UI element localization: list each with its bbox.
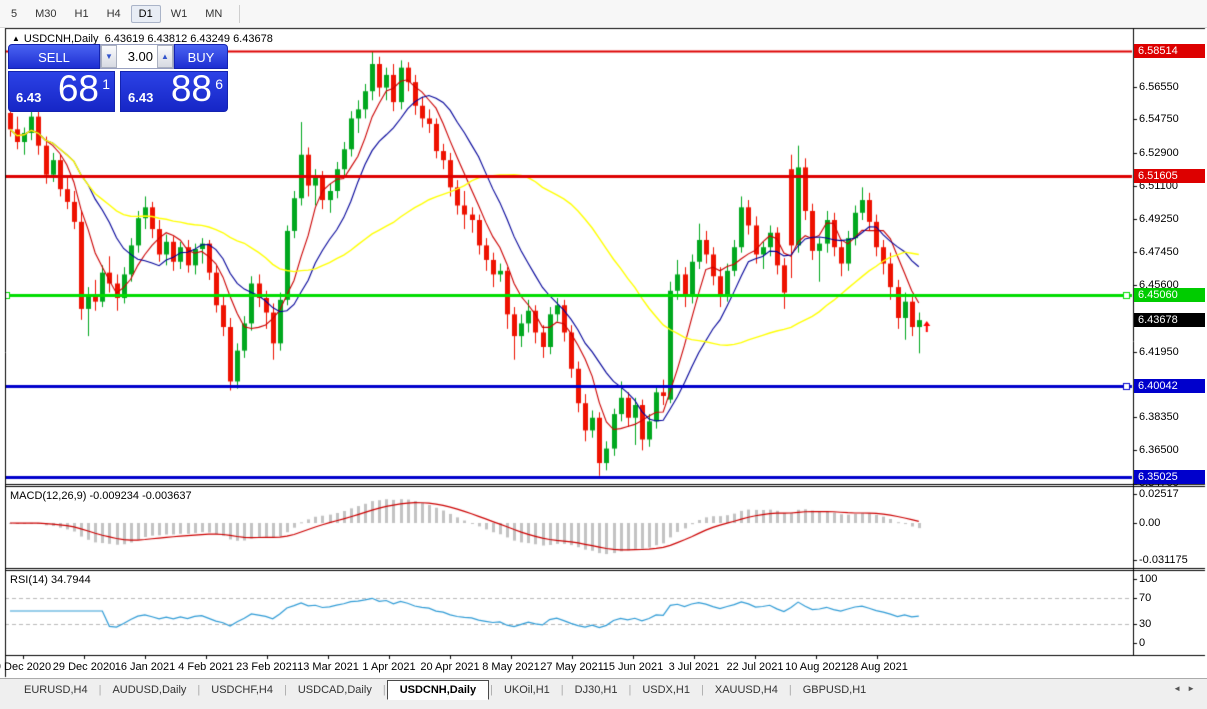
price-level-badge: 6.35025 <box>1134 470 1205 484</box>
macd-axis-label: -0.031175 <box>1139 554 1188 566</box>
toolbar-separator <box>239 5 240 23</box>
sell-button[interactable]: SELL <box>8 44 100 69</box>
timeframe-button-w1[interactable]: W1 <box>163 5 196 23</box>
price-tick-label: 6.54750 <box>1139 113 1179 125</box>
price-level-badge: 6.40042 <box>1134 379 1205 393</box>
sell-price-prefix: 6.43 <box>16 90 41 105</box>
volume-increase-button[interactable]: ▲ <box>157 45 173 68</box>
tab-audusd-daily[interactable]: AUDUSD,Daily <box>102 681 196 699</box>
macd-axis-label: 0.00 <box>1139 517 1160 529</box>
buy-price-pip-digit: 6 <box>215 76 223 92</box>
tab-eurusd-h4[interactable]: EURUSD,H4 <box>14 681 98 699</box>
price-tick-label: 6.47450 <box>1139 246 1179 258</box>
date-tick-label: 22 Jul 2021 <box>727 661 784 673</box>
tab-dj30-h1[interactable]: DJ30,H1 <box>565 681 628 699</box>
price-level-badge: 6.43678 <box>1134 313 1205 327</box>
date-tick-label: 8 May 2021 <box>482 661 539 673</box>
timeframe-button-mn[interactable]: MN <box>197 5 230 23</box>
tab-usdchf-h4[interactable]: USDCHF,H4 <box>201 681 283 699</box>
price-tick-label: 6.38350 <box>1139 411 1179 423</box>
volume-stepper: ▼ 3.00 ▲ <box>100 44 174 69</box>
sell-price-big-digits: 68 <box>58 68 99 110</box>
date-tick-label: 9 Dec 2020 <box>0 661 51 673</box>
rsi-axis-label: 70 <box>1139 592 1151 604</box>
date-tick-label: 3 Jul 2021 <box>669 661 720 673</box>
tab-xauusd-h4[interactable]: XAUUSD,H4 <box>705 681 788 699</box>
price-tick-label: 6.36500 <box>1139 444 1179 456</box>
tab-ukoil-h1[interactable]: UKOil,H1 <box>494 681 560 699</box>
date-tick-label: 10 Aug 2021 <box>785 661 847 673</box>
timeframe-button-d1[interactable]: D1 <box>131 5 161 23</box>
tab-usdx-h1[interactable]: USDX,H1 <box>632 681 700 699</box>
tab-scroll-right-icon[interactable]: ► <box>1187 684 1201 693</box>
date-tick-label: 28 Aug 2021 <box>846 661 908 673</box>
arrow-up-icon: ▲ <box>161 52 169 61</box>
rsi-indicator-label: RSI(14) 34.7944 <box>10 574 91 586</box>
timeframe-button-h1[interactable]: H1 <box>67 5 97 23</box>
tab-usdcnh-daily[interactable]: USDCNH,Daily <box>387 680 489 700</box>
price-tick-label: 6.41950 <box>1139 346 1179 358</box>
buy-price-display[interactable]: 6.43 88 6 <box>120 71 228 112</box>
date-tick-label: 4 Feb 2021 <box>178 661 234 673</box>
price-level-badge: 6.51605 <box>1134 169 1205 183</box>
price-level-badge: 6.58514 <box>1134 44 1205 58</box>
one-click-trade-panel: SELL ▼ 3.00 ▲ BUY 6.43 68 1 6.43 88 6 <box>8 44 228 112</box>
tab-gbpusd-h1[interactable]: GBPUSD,H1 <box>793 681 877 699</box>
price-tick-label: 6.49250 <box>1139 213 1179 225</box>
price-tick-label: 6.56550 <box>1139 81 1179 93</box>
sell-price-display[interactable]: 6.43 68 1 <box>8 71 115 112</box>
timeframe-button-5[interactable]: 5 <box>3 5 25 23</box>
buy-price-prefix: 6.43 <box>128 90 153 105</box>
date-tick-label: 1 Apr 2021 <box>362 661 415 673</box>
price-tick-label: 6.52900 <box>1139 147 1179 159</box>
buy-button[interactable]: BUY <box>174 44 228 69</box>
timeframe-button-h4[interactable]: H4 <box>99 5 129 23</box>
date-tick-label: 13 Mar 2021 <box>297 661 359 673</box>
date-tick-label: 15 Jun 2021 <box>603 661 664 673</box>
chart-tab-bar: EURUSD,H4|AUDUSD,Daily|USDCHF,H4|USDCAD,… <box>0 678 1207 701</box>
arrow-down-icon: ▼ <box>105 52 113 61</box>
timeframe-button-m30[interactable]: M30 <box>27 5 64 23</box>
date-tick-label: 20 Apr 2021 <box>420 661 479 673</box>
macd-axis-label: 0.02517 <box>1139 488 1179 500</box>
rsi-axis-label: 0 <box>1139 637 1145 649</box>
volume-input[interactable]: 3.00 <box>117 45 157 68</box>
price-level-badge: 6.45060 <box>1134 288 1205 302</box>
rsi-axis-label: 100 <box>1139 573 1157 585</box>
macd-indicator-label: MACD(12,26,9) -0.009234 -0.003637 <box>10 490 192 502</box>
sell-price-pip-digit: 1 <box>102 76 110 92</box>
volume-decrease-button[interactable]: ▼ <box>101 45 117 68</box>
date-tick-label: 23 Feb 2021 <box>236 661 298 673</box>
date-tick-label: 16 Jan 2021 <box>115 661 176 673</box>
buy-price-big-digits: 88 <box>171 68 212 110</box>
collapse-triangle-icon: ▲ <box>12 34 20 43</box>
tab-usdcad-daily[interactable]: USDCAD,Daily <box>288 681 382 699</box>
date-tick-label: 29 Dec 2020 <box>53 661 115 673</box>
rsi-axis-label: 30 <box>1139 618 1151 630</box>
status-strip <box>0 700 1207 709</box>
tab-scroll-left-icon[interactable]: ◄ <box>1173 684 1187 693</box>
timeframe-toolbar: 5M30H1H4D1W1MN <box>0 0 1207 28</box>
date-tick-label: 27 May 2021 <box>540 661 604 673</box>
